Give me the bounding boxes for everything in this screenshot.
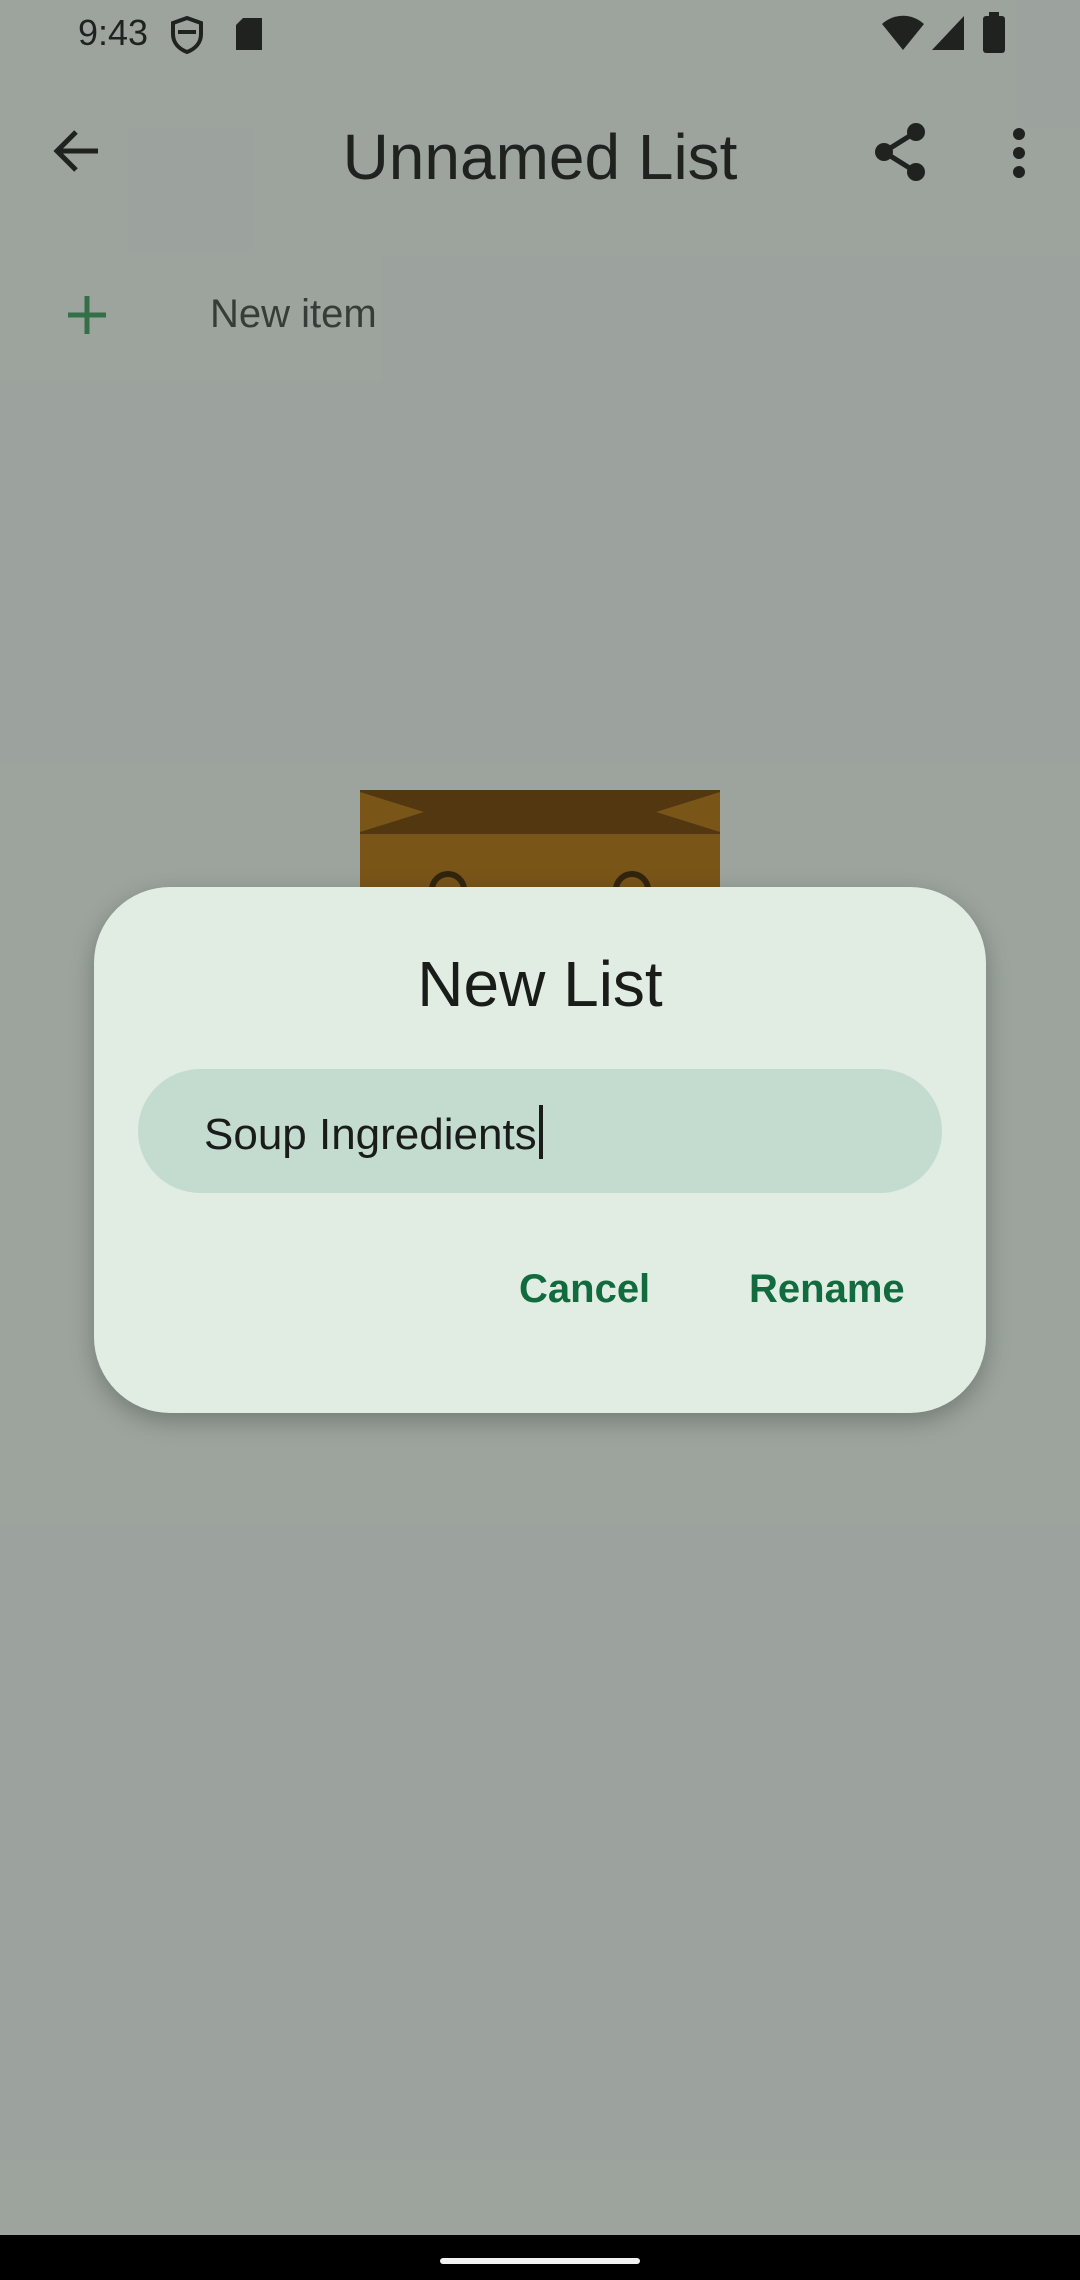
rename-button[interactable]: Rename	[749, 1267, 905, 1312]
text-caret	[538, 1105, 543, 1159]
navigation-bar	[0, 2235, 1080, 2280]
list-name-field[interactable]: Soup Ingredients	[138, 1069, 942, 1193]
rename-dialog: New List Soup Ingredients Cancel Rename	[94, 887, 986, 1413]
list-name-text: Soup Ingredients	[204, 1110, 537, 1159]
screen: 9:43 Unnamed List New item New List Soup…	[0, 0, 1080, 2280]
cancel-button[interactable]: Cancel	[519, 1267, 650, 1312]
gesture-handle[interactable]	[440, 2258, 640, 2264]
list-name-value: Soup Ingredients	[204, 1105, 543, 1160]
dialog-title: New List	[417, 948, 663, 1020]
